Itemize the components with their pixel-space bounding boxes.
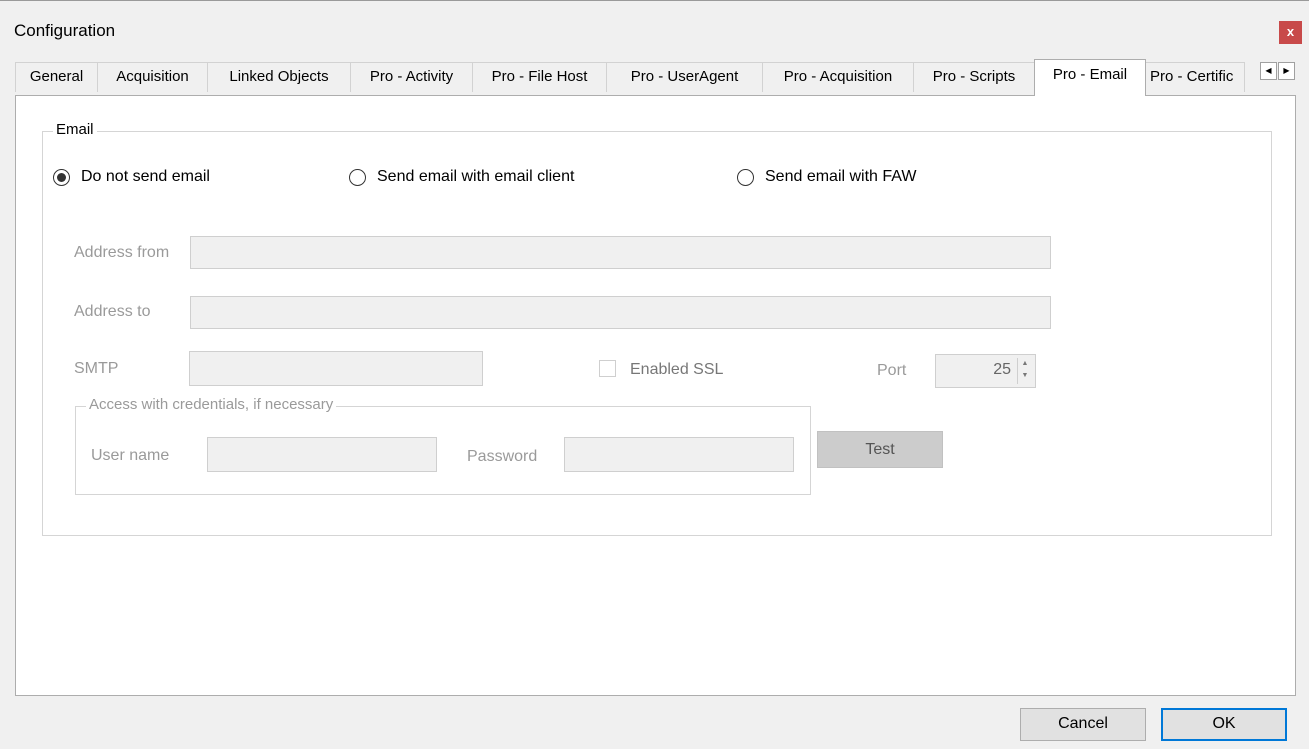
- username-input[interactable]: [207, 437, 437, 472]
- tab-pro-useragent[interactable]: Pro - UserAgent: [606, 62, 763, 92]
- address-from-input[interactable]: [190, 236, 1051, 269]
- port-label: Port: [877, 362, 907, 379]
- spin-up-icon[interactable]: ▲: [1018, 358, 1032, 370]
- tab-pro-certificates[interactable]: Pro - Certific: [1145, 62, 1245, 92]
- tab-scroll-left-button[interactable]: ◀: [1260, 62, 1277, 80]
- radio-selected-icon: [53, 169, 70, 186]
- tab-pro-activity[interactable]: Pro - Activity: [350, 62, 473, 92]
- tab-pro-file-host[interactable]: Pro - File Host: [472, 62, 607, 92]
- tab-scroll-right-button[interactable]: ▶: [1278, 62, 1295, 80]
- address-to-input[interactable]: [190, 296, 1051, 329]
- enabled-ssl-checkbox[interactable]: [599, 360, 616, 377]
- tab-pro-scripts[interactable]: Pro - Scripts: [913, 62, 1035, 92]
- tab-page-pro-email: Email Do not send email Send email with …: [15, 95, 1296, 696]
- title-bar: Configuration x: [0, 0, 1309, 54]
- tab-pro-email[interactable]: Pro - Email: [1034, 59, 1146, 96]
- ok-button[interactable]: OK: [1161, 708, 1287, 741]
- password-label: Password: [467, 448, 538, 465]
- radio-unselected-icon: [349, 169, 366, 186]
- email-group-legend: Email: [53, 121, 97, 138]
- credentials-group-legend: Access with credentials, if necessary: [86, 396, 337, 413]
- spin-down-icon[interactable]: ▼: [1018, 370, 1032, 382]
- address-from-label: Address from: [74, 244, 170, 261]
- smtp-label: SMTP: [74, 360, 119, 377]
- smtp-input[interactable]: [189, 351, 483, 386]
- tab-pro-acquisition[interactable]: Pro - Acquisition: [762, 62, 914, 92]
- port-stepper[interactable]: 25 ▲ ▼: [935, 354, 1036, 388]
- cancel-button[interactable]: Cancel: [1020, 708, 1146, 741]
- credentials-group: Access with credentials, if necessary Us…: [75, 396, 811, 495]
- password-input[interactable]: [564, 437, 794, 472]
- address-to-label: Address to: [74, 303, 151, 320]
- enabled-ssl-label: Enabled SSL: [630, 361, 724, 378]
- close-button[interactable]: x: [1279, 21, 1302, 44]
- port-value: 25: [993, 361, 1011, 378]
- tab-linked-objects[interactable]: Linked Objects: [207, 62, 351, 92]
- tab-general[interactable]: General: [15, 62, 98, 92]
- username-label: User name: [91, 447, 170, 464]
- radio-unselected-icon: [737, 169, 754, 186]
- window-title: Configuration: [14, 21, 116, 40]
- test-button[interactable]: Test: [817, 431, 943, 468]
- port-spin-arrows[interactable]: ▲ ▼: [1017, 358, 1032, 384]
- email-group: Email Do not send email Send email with …: [42, 121, 1272, 536]
- tab-acquisition[interactable]: Acquisition: [97, 62, 208, 92]
